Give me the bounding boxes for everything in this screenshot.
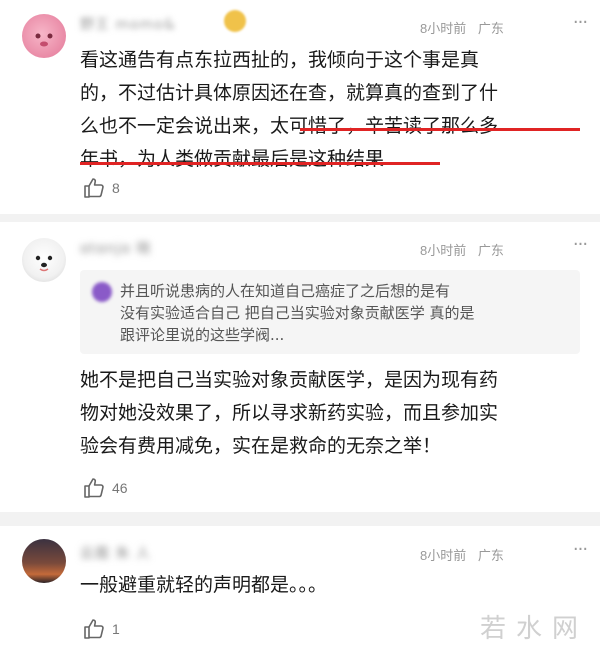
comment-location: 广东 (477, 548, 504, 563)
more-options-button[interactable]: ··· (568, 236, 592, 256)
comment-line: 验会有费用减免，实在是救命的无奈之举！ (80, 435, 442, 457)
comment-text: 看这通告有点东拉西扯的，我倾向于这个事是真 的，不过估计具体原因还在查，就算真的… (80, 44, 580, 176)
more-options-button[interactable]: ··· (568, 541, 592, 561)
comment-meta: 8小时前 广东 (420, 545, 512, 564)
quote-line: 没有实验适合自己 把自己当实验对象贡献医学 真的是 (120, 304, 475, 322)
comment-meta: 8小时前 广东 (420, 240, 512, 259)
section-divider (0, 214, 600, 222)
user-badge-icon (224, 10, 246, 32)
comment-line: 她不是把自己当实验对象贡献医学，是因为现有药 (80, 369, 499, 391)
comment-item: 野王 momo& 8小时前 广东 ··· 看这通告有点东拉西扯的，我倾向于这个事… (0, 0, 600, 215)
comment-line: 年书，为人类做贡献最后是这种结果 (80, 148, 385, 170)
highlight-underline (80, 162, 440, 165)
comment-time: 8小时前 (420, 243, 467, 258)
username[interactable]: ɑtɑnjɑ 晓 (80, 238, 240, 260)
quoted-reply[interactable]: 并且听说患病的人在知道自己癌症了之后想的是有 没有实验适合自己 把自己当实验对象… (80, 270, 580, 354)
comment-line: 的，不过估计具体原因还在查，就算真的查到了什 (80, 82, 499, 104)
user-avatar[interactable] (22, 238, 66, 282)
thumbs-up-icon (84, 619, 104, 639)
quote-line: 并且听说患病的人在知道自己癌症了之后想的是有 (120, 282, 451, 300)
comment-time: 8小时前 (420, 21, 467, 36)
comment-time: 8小时前 (420, 548, 467, 563)
quoted-user-avatar (92, 282, 112, 302)
username[interactable]: 野王 momo& (80, 14, 240, 36)
more-options-button[interactable]: ··· (568, 14, 592, 34)
like-count: 46 (112, 480, 128, 496)
comment-location: 广东 (477, 21, 504, 36)
comment-meta: 8小时前 广东 (420, 18, 512, 37)
comment-text: 她不是把自己当实验对象贡献医学，是因为现有药 物对她没效果了，所以寻求新药实验，… (80, 364, 580, 463)
like-count: 1 (112, 621, 120, 637)
quote-line: 跟评论里说的这些学阀... (120, 326, 285, 344)
user-avatar[interactable] (22, 539, 66, 583)
like-count: 8 (112, 180, 120, 196)
comment-line: 么也不一定会说出来，太可惜了，辛苦读了那么多 (80, 115, 499, 137)
comment-line: 看这通告有点东拉西扯的，我倾向于这个事是真 (80, 49, 480, 71)
thumbs-up-icon (84, 178, 104, 198)
comment-item: ɑtɑnjɑ 晓 8小时前 广东 ··· 并且听说患病的人在知道自己癌症了之后想… (0, 222, 600, 512)
comment-location: 广东 (477, 243, 504, 258)
section-divider (0, 512, 600, 526)
comment-line: 物对她没效果了，所以寻求新药实验，而且参加实 (80, 402, 499, 424)
user-avatar[interactable] (22, 14, 66, 58)
username[interactable]: 云霞 朱 人 (80, 543, 240, 565)
watermark: 若水网 (480, 614, 589, 644)
comment-text: 一般避重就轻的声明都是。。。 (80, 569, 580, 602)
highlight-underline (300, 128, 580, 131)
comment-line: 一般避重就轻的声明都是。。。 (80, 574, 328, 596)
thumbs-up-icon (84, 478, 104, 498)
